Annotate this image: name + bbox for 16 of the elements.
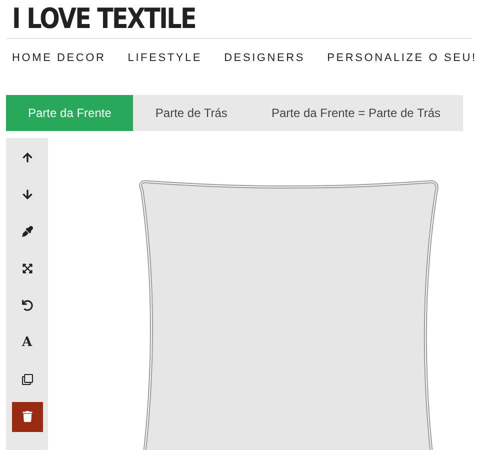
site-logo[interactable]: I LOVE TEXTILE <box>12 4 196 34</box>
arrow-up-icon <box>22 152 32 163</box>
expand-icon <box>22 263 32 274</box>
trash-icon <box>22 411 32 422</box>
nav-link[interactable]: LIFESTYLE <box>128 50 202 66</box>
rotate-icon <box>22 300 32 311</box>
delete-button[interactable] <box>12 402 42 432</box>
copy-icon <box>22 374 32 385</box>
eyedropper-icon <box>22 226 32 237</box>
text-button[interactable]: A <box>12 328 42 358</box>
nav-link[interactable]: PERSONALIZE O SEU! <box>327 50 477 66</box>
nav-link[interactable]: HOME DECOR <box>12 50 106 66</box>
arrow-down-icon <box>22 189 32 200</box>
tab[interactable]: Parte da Frente = Parte de Trás <box>249 94 463 130</box>
tab[interactable]: Parte de Trás <box>133 94 250 130</box>
nav-link[interactable]: DESIGNERS <box>224 50 306 66</box>
